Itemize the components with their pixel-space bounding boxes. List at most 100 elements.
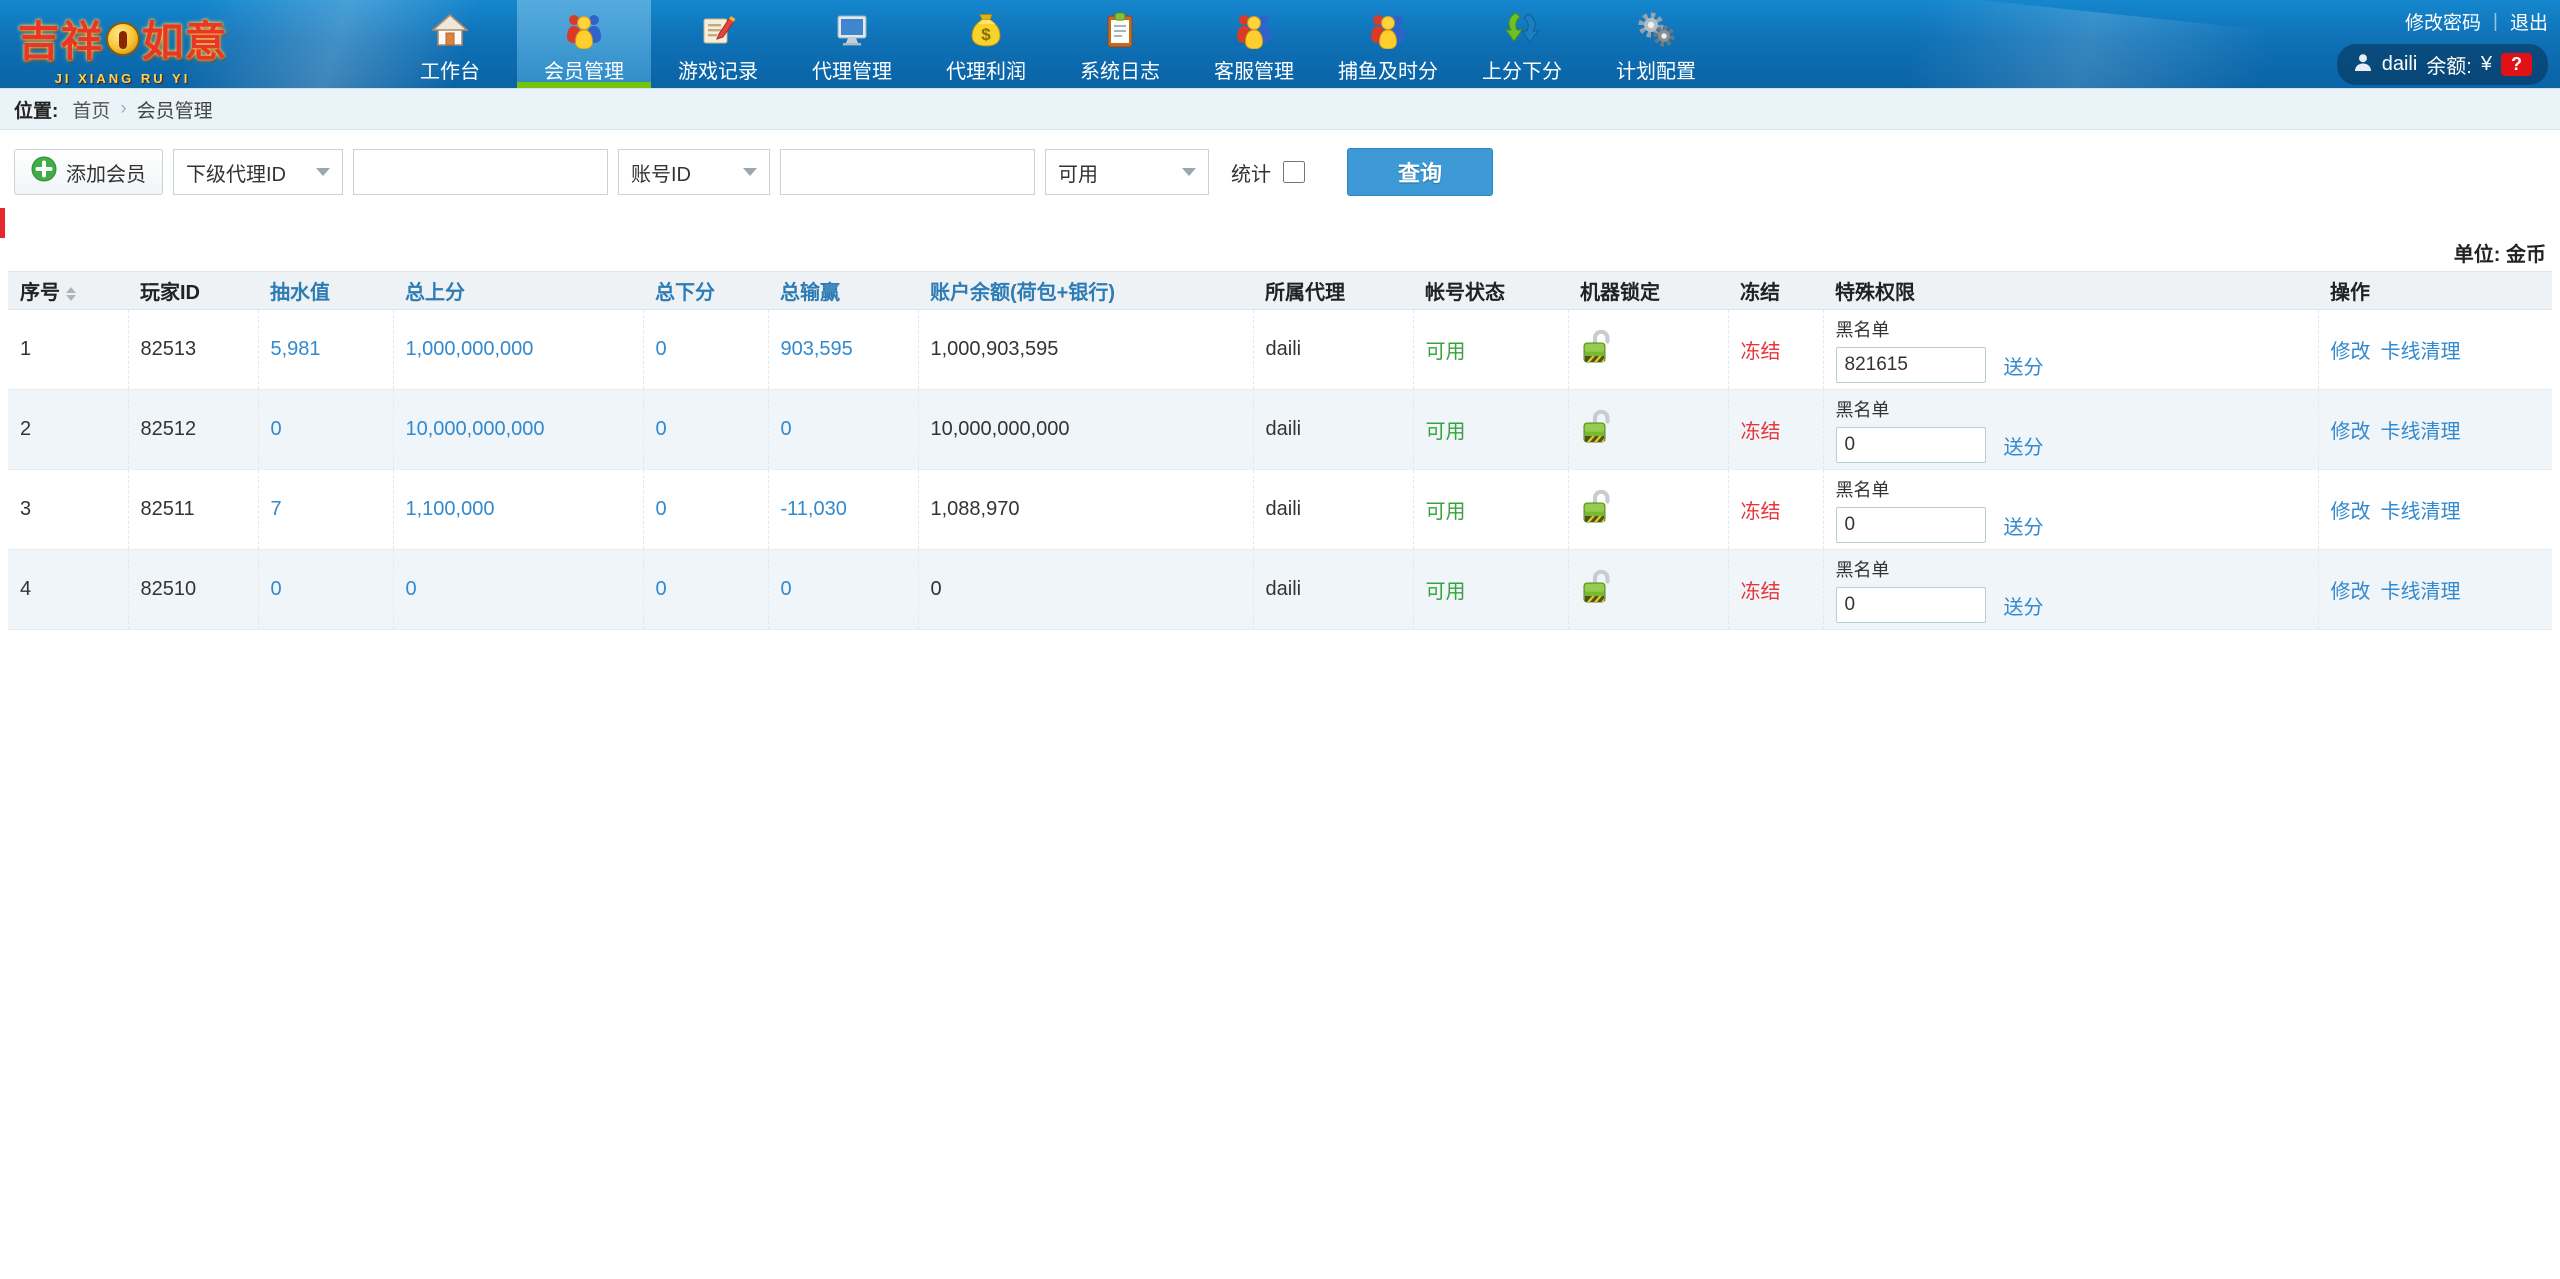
cell-player-id: 82513 (128, 309, 259, 390)
nav-item-workbench[interactable]: 工作台 (383, 0, 517, 88)
cell-agent: daili (1253, 309, 1414, 390)
account-id-filter-select[interactable]: 账号ID (618, 149, 770, 195)
add-member-button[interactable]: 添加会员 (14, 149, 163, 195)
winloss-link[interactable]: 0 (781, 578, 792, 600)
edit-link[interactable]: 修改 (2331, 501, 2371, 523)
score-input[interactable] (1835, 427, 1986, 463)
account-id-filter-input[interactable] (780, 149, 1035, 195)
lock-open-icon[interactable] (1581, 408, 1611, 452)
total-up-link[interactable]: 10,000,000,000 (406, 418, 545, 440)
clear-line-link[interactable]: 卡线清理 (2381, 341, 2461, 363)
breadcrumb-prefix: 位置: (14, 100, 59, 122)
nav-item-fishing-points[interactable]: 捕鱼及时分 (1321, 0, 1455, 88)
stats-checkbox[interactable] (1283, 161, 1305, 183)
col-header-seq[interactable]: 序号 (8, 271, 128, 310)
total-down-link[interactable]: 0 (656, 578, 667, 600)
send-score-link[interactable]: 送分 (2004, 431, 2044, 460)
total-up-link[interactable]: 1,000,000,000 (406, 338, 534, 360)
status-filter-select[interactable]: 可用 (1045, 149, 1209, 195)
nav-item-game-records[interactable]: 游戏记录 (651, 0, 785, 88)
total-down-link[interactable]: 0 (656, 498, 667, 520)
cell-seq: 2 (8, 389, 129, 470)
brand-title-right: 如意 (141, 18, 228, 65)
table-header-row: 序号 玩家ID 抽水值 总上分 总下分 总输赢 账户余额(荷包+银行) 所属代理… (8, 271, 2552, 310)
breadcrumb-separator: › (120, 98, 127, 119)
winloss-link[interactable]: 903,595 (781, 338, 853, 360)
cell-player-id: 82510 (128, 549, 259, 630)
cell-seq: 3 (8, 469, 129, 550)
cell-agent: daili (1253, 389, 1414, 470)
blacklist-label: 黑名单 (1835, 560, 1890, 580)
change-password-link[interactable]: 修改密码 (2405, 8, 2481, 35)
clear-line-link[interactable]: 卡线清理 (2381, 501, 2461, 523)
clear-line-link[interactable]: 卡线清理 (2381, 421, 2461, 443)
edit-link[interactable]: 修改 (2331, 421, 2371, 443)
pump-value-link[interactable]: 7 (271, 498, 282, 520)
freeze-link[interactable]: 冻结 (1741, 421, 1781, 443)
pump-value-link[interactable]: 5,981 (271, 338, 321, 360)
agent-id-filter-input[interactable] (353, 149, 608, 195)
nav-item-members[interactable]: 会员管理 (517, 0, 651, 88)
cell-agent: daili (1253, 549, 1414, 630)
search-button[interactable]: 查询 (1347, 148, 1493, 196)
edit-link[interactable]: 修改 (2331, 341, 2371, 363)
lock-open-icon[interactable] (1581, 328, 1611, 372)
score-input[interactable] (1835, 507, 1986, 543)
pump-value-link[interactable]: 0 (271, 418, 282, 440)
agent-management-icon (834, 9, 870, 51)
user-icon (2353, 52, 2373, 78)
total-down-link[interactable]: 0 (656, 338, 667, 360)
freeze-link[interactable]: 冻结 (1741, 341, 1781, 363)
col-header-total-down: 总下分 (643, 271, 768, 310)
send-score-link[interactable]: 送分 (2004, 591, 2044, 620)
status-badge: 可用 (1425, 421, 1466, 443)
breadcrumb-home-link[interactable]: 首页 (72, 96, 110, 123)
agent-id-filter-select[interactable]: 下级代理ID (173, 149, 343, 195)
table-row: 1 82513 5,981 1,000,000,000 0 903,595 1,… (8, 309, 2552, 390)
balance-label: 余额: (2426, 56, 2472, 78)
col-header-status: 帐号状态 (1413, 271, 1568, 310)
balance-badge[interactable]: ? (2501, 53, 2532, 76)
winloss-link[interactable]: 0 (781, 418, 792, 440)
score-input[interactable] (1835, 587, 1986, 623)
lock-open-icon[interactable] (1581, 568, 1611, 612)
currency-symbol: ¥ (2480, 53, 2492, 75)
blacklist-label: 黑名单 (1835, 480, 1890, 500)
customer-service-icon (1233, 9, 1275, 51)
freeze-link[interactable]: 冻结 (1741, 501, 1781, 523)
send-score-link[interactable]: 送分 (2004, 351, 2044, 380)
col-header-special-perm: 特殊权限 (1823, 271, 2318, 310)
plus-icon (31, 156, 57, 188)
col-header-total-up: 总上分 (393, 271, 643, 310)
blacklist-label: 黑名单 (1835, 400, 1890, 420)
chevron-down-icon (316, 168, 330, 176)
plan-config-icon (1635, 9, 1677, 51)
nav-item-system-log[interactable]: 系统日志 (1053, 0, 1187, 88)
lock-open-icon[interactable] (1581, 488, 1611, 532)
nav-item-customer-service[interactable]: 客服管理 (1187, 0, 1321, 88)
logout-link[interactable]: 退出 (2510, 8, 2548, 35)
member-table: 序号 玩家ID 抽水值 总上分 总下分 总输赢 账户余额(荷包+银行) 所属代理… (8, 271, 2552, 630)
score-input[interactable] (1835, 347, 1986, 383)
nav-item-plan-config[interactable]: 计划配置 (1589, 0, 1723, 88)
total-down-link[interactable]: 0 (656, 418, 667, 440)
nav-item-agent-management[interactable]: 代理管理 (785, 0, 919, 88)
total-up-link[interactable]: 1,100,000 (406, 498, 495, 520)
notice-strip (0, 208, 2560, 238)
pump-value-link[interactable]: 0 (271, 578, 282, 600)
balance-pill: daili 余额: ¥ ? (2336, 44, 2548, 85)
nav-item-agent-profit[interactable]: $ 代理利润 (919, 0, 1053, 88)
svg-text:$: $ (981, 25, 991, 44)
clear-line-link[interactable]: 卡线清理 (2381, 581, 2461, 603)
freeze-link[interactable]: 冻结 (1741, 581, 1781, 603)
unit-label: 单位: 金币 (2453, 244, 2546, 266)
cell-player-id: 82511 (128, 469, 259, 550)
send-score-link[interactable]: 送分 (2004, 511, 2044, 540)
edit-link[interactable]: 修改 (2331, 581, 2371, 603)
members-icon (563, 9, 605, 51)
col-header-pump: 抽水值 (258, 271, 393, 310)
total-up-link[interactable]: 0 (406, 578, 417, 600)
score-updown-icon (1503, 9, 1541, 51)
winloss-link[interactable]: -11,030 (781, 498, 847, 520)
nav-item-score-updown[interactable]: 上分下分 (1455, 0, 1589, 88)
